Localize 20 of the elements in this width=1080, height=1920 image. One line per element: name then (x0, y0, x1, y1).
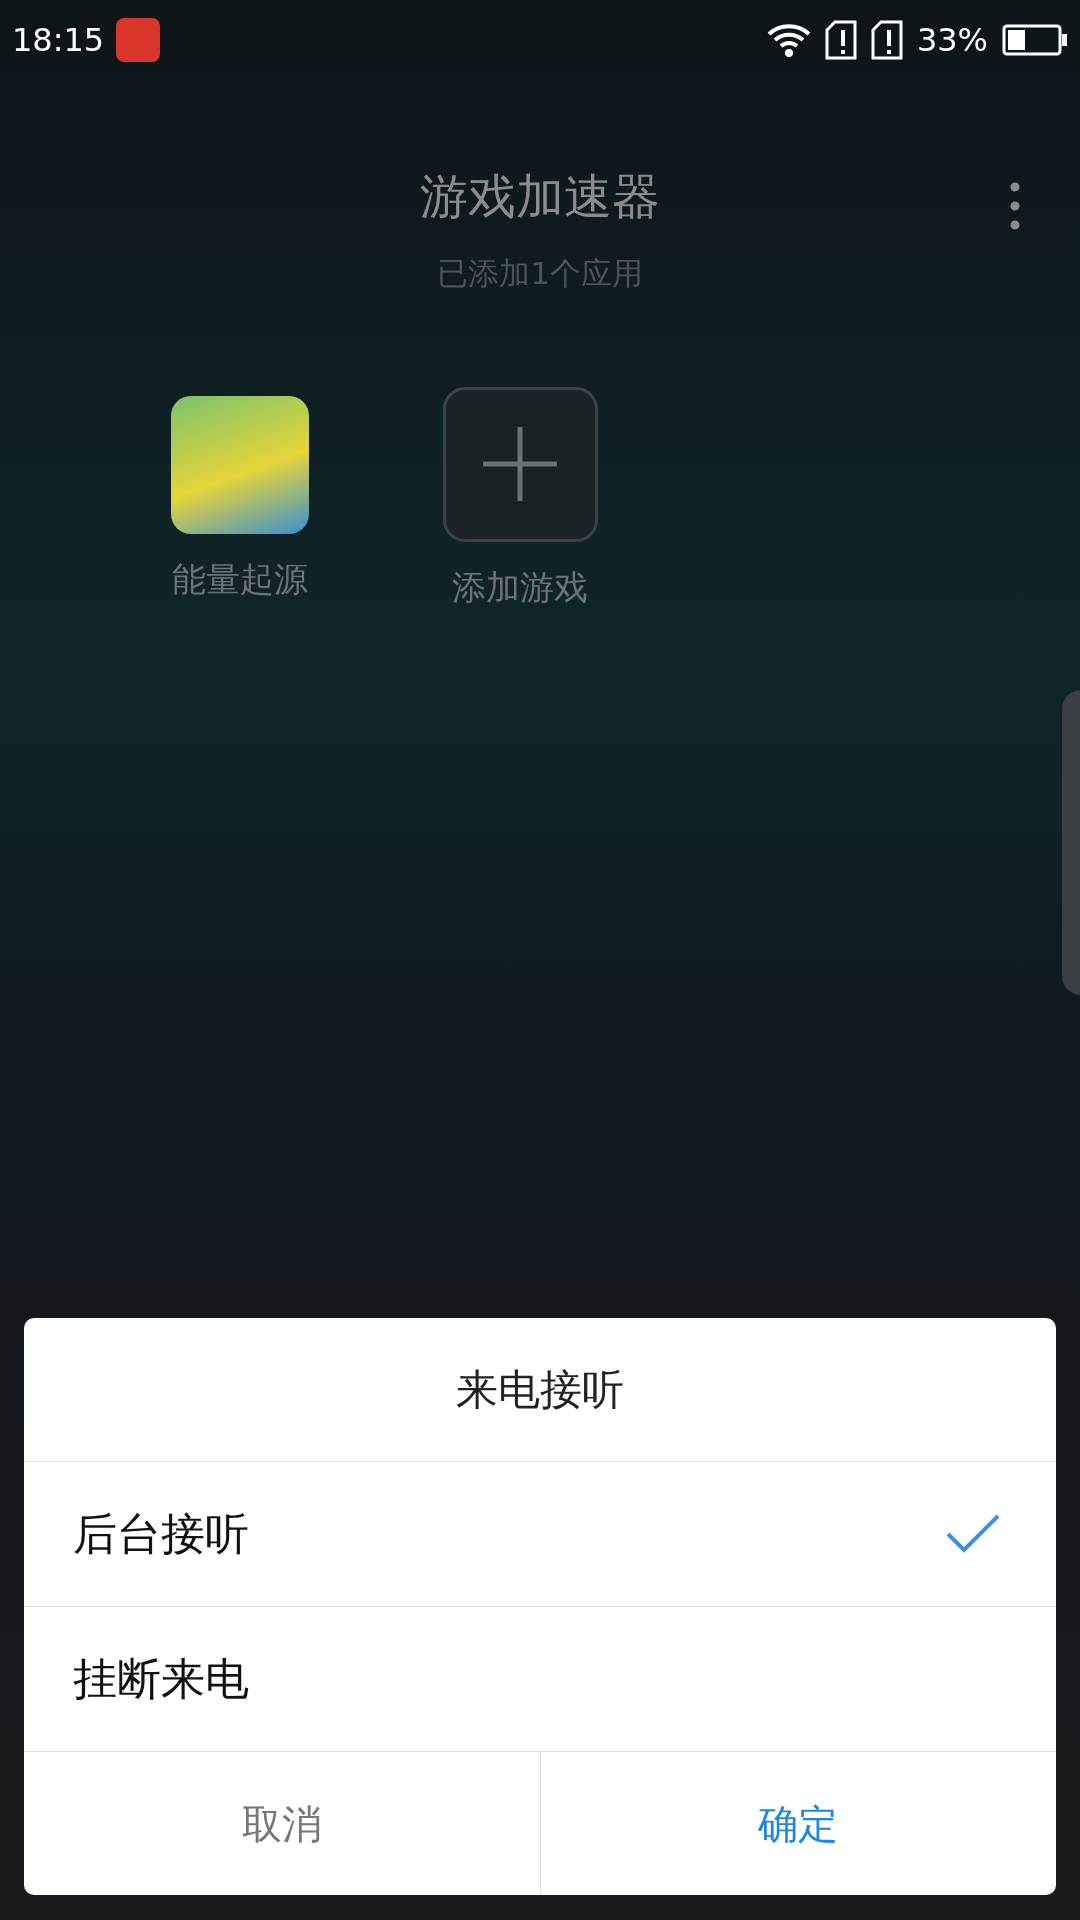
sim-card-icon (824, 20, 857, 60)
app-label: 能量起源 (172, 557, 308, 601)
status-time: 18:15 (12, 20, 105, 61)
app-label: 添加游戏 (452, 565, 588, 609)
cancel-button[interactable]: 取消 (24, 1752, 540, 1895)
more-menu-icon[interactable] (1010, 182, 1020, 230)
page-subtitle: 已添加1个应用 (437, 254, 643, 293)
game-app-icon[interactable] (171, 395, 309, 534)
option-label: 后台接听 (73, 1507, 249, 1561)
option-label: 挂断来电 (73, 1652, 249, 1706)
plus-icon (483, 427, 557, 501)
confirm-button[interactable]: 确定 (539, 1752, 1056, 1895)
add-game-button[interactable] (442, 386, 598, 542)
dialog-title: 来电接听 (456, 1364, 624, 1416)
page-title: 游戏加速器 (420, 167, 660, 226)
sim-card-icon (870, 20, 903, 60)
wifi-icon (766, 22, 811, 58)
app-notification-icon (116, 18, 161, 62)
battery-icon (1002, 24, 1068, 56)
battery-percentage: 33% (916, 20, 988, 61)
